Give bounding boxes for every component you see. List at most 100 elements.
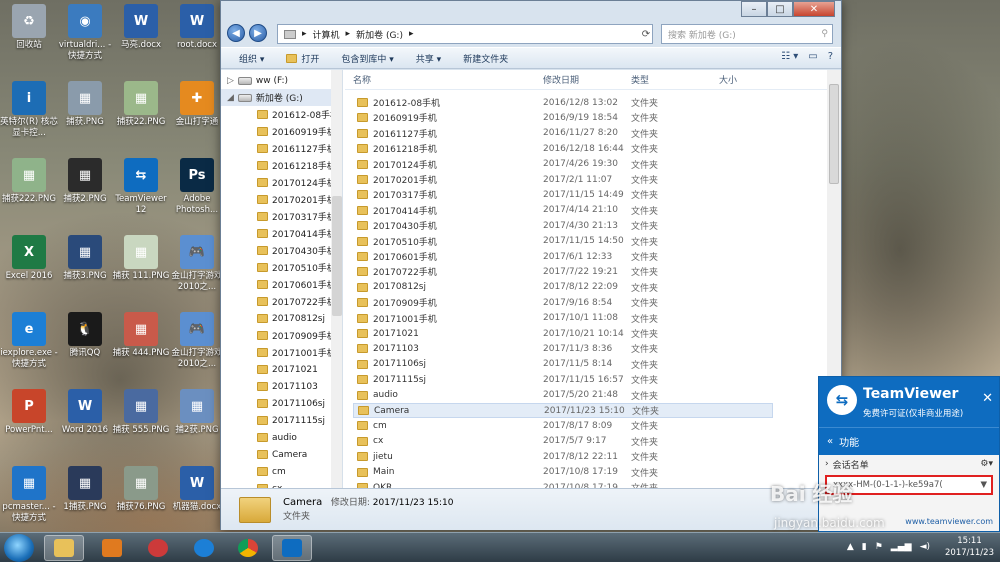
taskbar-snipping[interactable] (138, 535, 178, 561)
col-name[interactable]: 名称 (353, 73, 371, 86)
file-row[interactable]: jietu 2017/8/12 22:11 文件夹 (353, 449, 773, 464)
gear-icon[interactable]: ⚙▾ (980, 459, 993, 469)
nav-folder[interactable]: 20161127手机 (221, 140, 342, 157)
nav-folder[interactable]: 20170414手机 (221, 225, 342, 242)
share-menu[interactable]: 共享 ▾ (416, 52, 441, 65)
nav-folder[interactable]: 20171106sj (221, 395, 342, 412)
file-row[interactable]: 20170414手机 2017/4/14 21:10 文件夹 (353, 203, 773, 218)
chevron-down-icon[interactable]: ◢ (227, 93, 234, 103)
desktop-icon[interactable]: ◉ virtualdri... - 快捷方式 (56, 4, 114, 62)
nav-folder[interactable]: 20170510手机 (221, 259, 342, 276)
nav-scrollbar[interactable] (331, 70, 342, 488)
nav-folder[interactable]: 20170909手机 (221, 327, 342, 344)
desktop-icon[interactable]: ⇆ TeamViewer 12 (112, 158, 170, 216)
desktop-icon[interactable]: ♻ 回收站 (0, 4, 58, 51)
taskbar-explorer[interactable] (44, 535, 84, 561)
file-row[interactable]: 20170317手机 2017/11/15 14:49 文件夹 (353, 187, 773, 202)
desktop-icon[interactable]: ▦ 捕2获.PNG (168, 389, 226, 436)
taskbar-ie[interactable] (184, 535, 224, 561)
file-row[interactable]: 20170201手机 2017/2/1 11:07 文件夹 (353, 172, 773, 187)
file-row[interactable]: 20171001手机 2017/10/1 11:08 文件夹 (353, 311, 773, 326)
desktop-icon[interactable]: W 马亮.docx (112, 4, 170, 51)
file-row[interactable]: 20160919手机 2016/9/19 18:54 文件夹 (353, 110, 773, 125)
minimize-button[interactable]: – (741, 1, 767, 17)
file-row[interactable]: 20161127手机 2016/11/27 8:20 文件夹 (353, 126, 773, 141)
teamviewer-link[interactable]: www.teamviewer.com (905, 517, 993, 526)
file-row[interactable]: 201612-08手机 2016/12/8 13:02 文件夹 (353, 95, 773, 110)
col-type[interactable]: 类型 (631, 73, 649, 86)
flag-icon[interactable]: ⚑ (875, 542, 883, 552)
taskbar-teamviewer[interactable] (272, 535, 312, 561)
desktop-icon[interactable]: 🎮 金山打字游戏2010之... (168, 235, 226, 293)
organize-menu[interactable]: 组织 ▾ (239, 52, 264, 65)
chevron-right-icon[interactable]: ▷ (227, 76, 234, 86)
clock[interactable]: 15:11 2017/11/23 (945, 535, 994, 559)
nav-folder[interactable]: 20160919手机 (221, 123, 342, 140)
file-row[interactable]: 20170124手机 2017/4/26 19:30 文件夹 (353, 157, 773, 172)
desktop-icon[interactable]: e iexplore.exe - 快捷方式 (0, 312, 58, 370)
nav-drive[interactable]: ▷ ww (F:) (221, 72, 342, 89)
refresh-icon[interactable]: ⟳ (639, 24, 653, 44)
address-bar[interactable]: ▸ 计算机 ▸ 新加卷 (G:) ▸ (277, 24, 653, 44)
nav-folder[interactable]: 20171103 (221, 378, 342, 395)
desktop-icon[interactable]: ▦ 捕获2.PNG (56, 158, 114, 205)
nav-folder[interactable]: 20170812sj (221, 310, 342, 327)
desktop-icon[interactable]: ▦ 捕获222.PNG (0, 158, 58, 205)
file-row[interactable]: 20170510手机 2017/11/15 14:50 文件夹 (353, 234, 773, 249)
nav-folder[interactable]: cm (221, 463, 342, 480)
file-row[interactable]: cm 2017/8/17 8:09 文件夹 (353, 418, 773, 433)
search-input[interactable]: 搜索 新加卷 (G:) ⚲ (661, 24, 833, 44)
desktop-icon[interactable]: ▦ 捕获 555.PNG (112, 389, 170, 436)
file-row[interactable]: Main 2017/10/8 17:19 文件夹 (353, 465, 773, 480)
desktop-icon[interactable]: Wroot.docx (168, 4, 226, 51)
close-button[interactable]: ✕ (793, 1, 835, 17)
breadcrumb-drive[interactable]: 新加卷 (G:) (356, 28, 403, 41)
desktop-icon[interactable]: 🐧 腾讯QQ (56, 312, 114, 359)
file-row[interactable]: 20170430手机 2017/4/30 21:13 文件夹 (353, 218, 773, 233)
desktop-icon[interactable]: P PowerPnt... (0, 389, 58, 436)
nav-folder[interactable]: 20170317手机 (221, 208, 342, 225)
maximize-button[interactable]: □ (767, 1, 793, 17)
nav-folder[interactable]: 20171021 (221, 361, 342, 378)
desktop-icon[interactable]: W 机器猫.docx (168, 466, 226, 513)
desktop-icon[interactable]: ▦ pcmaster... - 快捷方式 (0, 466, 58, 524)
nav-scroll-thumb[interactable] (332, 196, 342, 316)
file-row[interactable]: audio 2017/5/20 21:48 文件夹 (353, 388, 773, 403)
open-button[interactable]: 打开 (286, 52, 319, 65)
taskbar-media-player[interactable] (92, 535, 132, 561)
forward-icon[interactable]: ▶ (249, 24, 267, 42)
desktop-icon[interactable]: ▦ 捕获22.PNG (112, 81, 170, 128)
help-icon[interactable]: ? (828, 51, 833, 62)
col-size[interactable]: 大小 (719, 73, 737, 86)
nav-folder[interactable]: 20170601手机 (221, 276, 342, 293)
nav-folder[interactable]: 20161218手机 (221, 157, 342, 174)
network-icon[interactable]: ▂▄▆ (891, 542, 912, 552)
nav-folder[interactable]: 201612-08手机 (221, 106, 342, 123)
desktop-icon[interactable]: Ps Adobe Photosh... (168, 158, 226, 216)
col-date[interactable]: 修改日期 (543, 73, 579, 86)
battery-icon[interactable]: ▮ (862, 542, 867, 552)
start-button[interactable] (4, 534, 34, 562)
file-row[interactable]: 20161218手机 2016/12/18 16:44 文件夹 (353, 141, 773, 156)
file-row[interactable]: 20170722手机 2017/7/22 19:21 文件夹 (353, 264, 773, 279)
include-in-library-menu[interactable]: 包含到库中 ▾ (341, 52, 393, 65)
teamviewer-features[interactable]: « 功能 (819, 427, 999, 455)
file-row[interactable]: 20171115sj 2017/11/15 16:57 文件夹 (353, 372, 773, 387)
desktop-icon[interactable]: i 英特尔(R) 核芯显卡控... (0, 81, 58, 139)
desktop-icon[interactable]: ▦ 捕获.PNG (56, 81, 114, 128)
desktop-icon[interactable]: 🎮 金山打字游戏2010之... (168, 312, 226, 370)
desktop-icon[interactable]: X Excel 2016 (0, 235, 58, 282)
desktop-icon[interactable]: ▦ 捕获76.PNG (112, 466, 170, 513)
show-hidden-icon[interactable]: ▲ (847, 542, 854, 552)
file-scroll-thumb[interactable] (829, 84, 839, 184)
desktop-icon[interactable]: ▦ 1捕获.PNG (56, 466, 114, 513)
desktop-icon[interactable]: W Word 2016 (56, 389, 114, 436)
nav-folder[interactable]: Camera (221, 446, 342, 463)
nav-folder[interactable]: 20170722手机 (221, 293, 342, 310)
nav-folder[interactable]: 20171115sj (221, 412, 342, 429)
nav-folder[interactable]: 20170430手机 (221, 242, 342, 259)
volume-icon[interactable]: ◄) (920, 542, 930, 552)
view-options-icon[interactable]: ☷ ▾ (781, 51, 798, 62)
desktop-icon[interactable]: ▦ 捕获 444.PNG (112, 312, 170, 359)
file-row[interactable]: 20170909手机 2017/9/16 8:54 文件夹 (353, 295, 773, 310)
